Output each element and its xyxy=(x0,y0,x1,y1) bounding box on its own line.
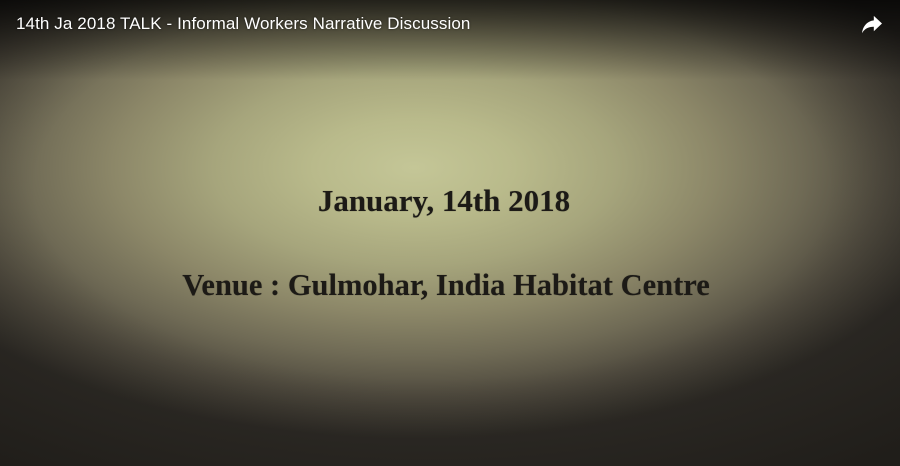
video-vignette xyxy=(0,0,900,466)
slide-date-text: January, 14th 2018 xyxy=(317,183,571,218)
video-player[interactable]: January, 14th 2018 Venue : Gulmohar, Ind… xyxy=(0,0,900,466)
slide-venue-text: Venue : Gulmohar, India Habitat Centre xyxy=(182,268,710,302)
video-title-link[interactable]: 14th Ja 2018 TALK - Informal Workers Nar… xyxy=(16,14,471,34)
share-icon xyxy=(862,15,882,34)
video-title-bar: 14th Ja 2018 TALK - Informal Workers Nar… xyxy=(0,0,900,48)
share-button[interactable] xyxy=(858,10,886,38)
